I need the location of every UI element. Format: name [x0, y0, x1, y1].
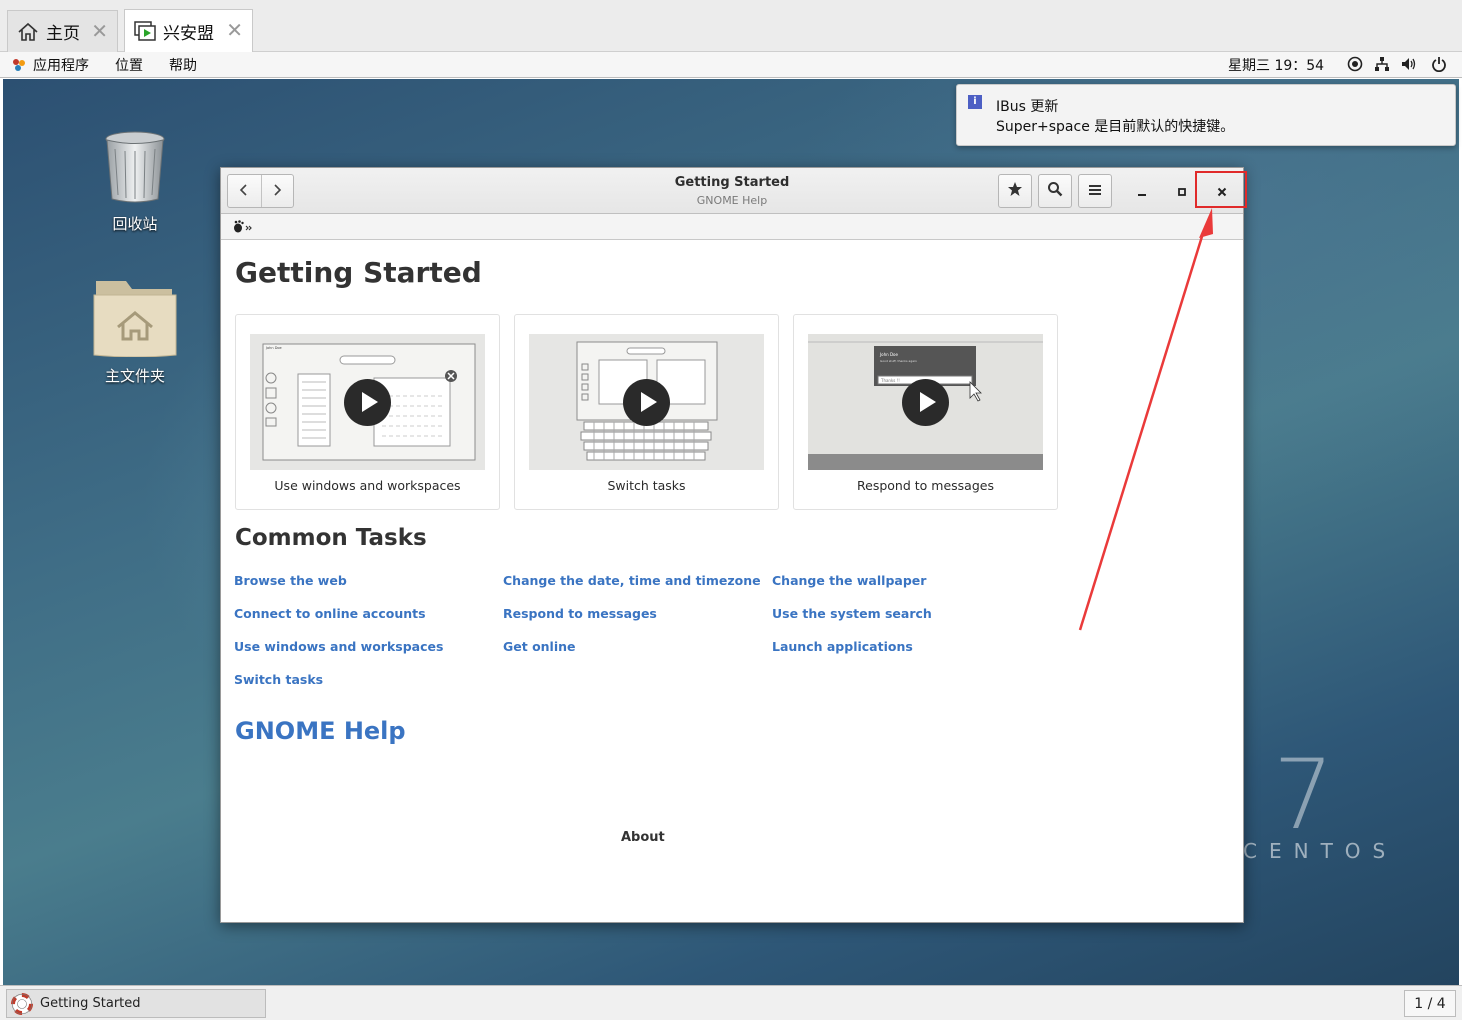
minimize-icon [1137, 182, 1147, 201]
play-icon[interactable] [902, 379, 949, 426]
ibus-notification[interactable]: i IBus 更新 Super+space 是目前默认的快捷键。 [956, 84, 1456, 146]
hamburger-icon [1088, 182, 1102, 201]
applications-icon [11, 57, 27, 73]
star-icon [1007, 181, 1023, 201]
about-link[interactable]: About [621, 830, 665, 845]
help-content: Getting Started John Doe Use windows and… [221, 241, 1243, 922]
help-window: Getting Started GNOME Help Getting Start… [220, 167, 1247, 923]
taskbar-item[interactable]: Getting Started [6, 989, 266, 1018]
desktop-home-folder-label: 主文件夹 [104, 367, 165, 385]
video-card[interactable]: John Doe Use windows and workspaces [235, 314, 500, 510]
task-link[interactable]: Change the date, time and timezone [503, 573, 761, 588]
play-icon[interactable] [344, 379, 391, 426]
thumb-user-name: John Doe [879, 352, 898, 357]
trash-icon [103, 129, 167, 205]
close-button-highlight [1195, 171, 1247, 208]
minimize-button[interactable] [1127, 176, 1157, 206]
thumb-message: Good stuff, thanks again [880, 359, 917, 363]
tab-vm[interactable]: 兴安盟 ✕ [124, 9, 253, 52]
breadcrumb [221, 214, 1243, 240]
volume-icon[interactable] [1401, 56, 1417, 72]
desktop-home-folder[interactable]: 主文件夹 [80, 275, 190, 386]
maximize-button[interactable] [1167, 176, 1197, 206]
accessibility-icon[interactable] [1347, 56, 1363, 72]
thumb-user-name: John Doe [265, 346, 282, 350]
workspace-switcher[interactable]: 1 / 4 [1404, 990, 1456, 1017]
vm-icon [133, 19, 157, 43]
menu-button[interactable] [1078, 174, 1112, 208]
gnome-foot-icon[interactable] [232, 219, 254, 238]
centos-watermark-text: CENTOS [1243, 839, 1398, 863]
video-thumbnail: John Doe Good stuff, thanks again Thanks… [808, 334, 1043, 470]
task-link[interactable]: Get online [503, 639, 576, 654]
desktop-trash-label: 回收站 [112, 215, 158, 233]
clock[interactable]: 星期三 19：54 [1228, 55, 1324, 75]
power-icon[interactable] [1431, 56, 1447, 73]
task-link[interactable]: Connect to online accounts [234, 606, 426, 621]
header-bar: Getting Started GNOME Help [221, 168, 1247, 214]
menu-help[interactable]: 帮助 [169, 55, 197, 75]
section-title: Common Tasks [235, 525, 427, 551]
maximize-icon [1177, 182, 1187, 201]
tab-vm-label: 兴安盟 [163, 23, 214, 44]
tab-home[interactable]: 主页 ✕ [7, 10, 118, 52]
taskbar-item-label: Getting Started [40, 996, 141, 1011]
task-link[interactable]: Use windows and workspaces [234, 639, 443, 654]
task-link[interactable]: Switch tasks [234, 672, 323, 687]
tab-home-label: 主页 [46, 24, 80, 44]
top-bar: 应用程序 位置 帮助 星期三 19：54 [0, 52, 1462, 78]
network-icon[interactable] [1374, 56, 1390, 72]
task-link[interactable]: Launch applications [772, 639, 913, 654]
info-icon: i [968, 95, 982, 109]
play-icon[interactable] [623, 379, 670, 426]
menu-places[interactable]: 位置 [115, 55, 143, 75]
task-link[interactable]: Browse the web [234, 573, 347, 588]
gnome-help-link[interactable]: GNOME Help [235, 717, 406, 745]
close-icon[interactable]: ✕ [91, 19, 108, 43]
desktop-trash[interactable]: 回收站 [80, 129, 190, 234]
bookmark-button[interactable] [998, 174, 1032, 208]
centos-watermark-number: 7 [1273, 739, 1335, 851]
vm-tab-strip: 主页 ✕ 兴安盟 ✕ [0, 0, 1462, 52]
help-lifebuoy-icon [11, 992, 33, 1015]
video-card[interactable]: Switch tasks [514, 314, 779, 510]
thumb-reply: Thanks !! [880, 378, 900, 383]
task-link[interactable]: Change the wallpaper [772, 573, 926, 588]
home-folder-icon [92, 275, 178, 358]
task-link[interactable]: Respond to messages [503, 606, 657, 621]
card-label: Respond to messages [857, 478, 994, 493]
notification-title: IBus 更新 [996, 99, 1059, 115]
task-link[interactable]: Use the system search [772, 606, 932, 621]
menu-applications[interactable]: 应用程序 [33, 55, 89, 75]
home-icon [16, 20, 40, 44]
close-icon[interactable]: ✕ [226, 18, 243, 42]
search-button[interactable] [1038, 174, 1072, 208]
notification-body: Super+space 是目前默认的快捷键。 [996, 119, 1235, 135]
page-title: Getting Started [235, 256, 482, 289]
bottom-taskbar: Getting Started 1 / 4 [0, 985, 1462, 1020]
search-icon [1047, 181, 1063, 201]
card-label: Switch tasks [607, 478, 686, 493]
video-card[interactable]: John Doe Good stuff, thanks again Thanks… [793, 314, 1058, 510]
card-label: Use windows and workspaces [274, 478, 461, 493]
video-thumbnail [529, 334, 764, 470]
video-thumbnail: John Doe [250, 334, 485, 470]
